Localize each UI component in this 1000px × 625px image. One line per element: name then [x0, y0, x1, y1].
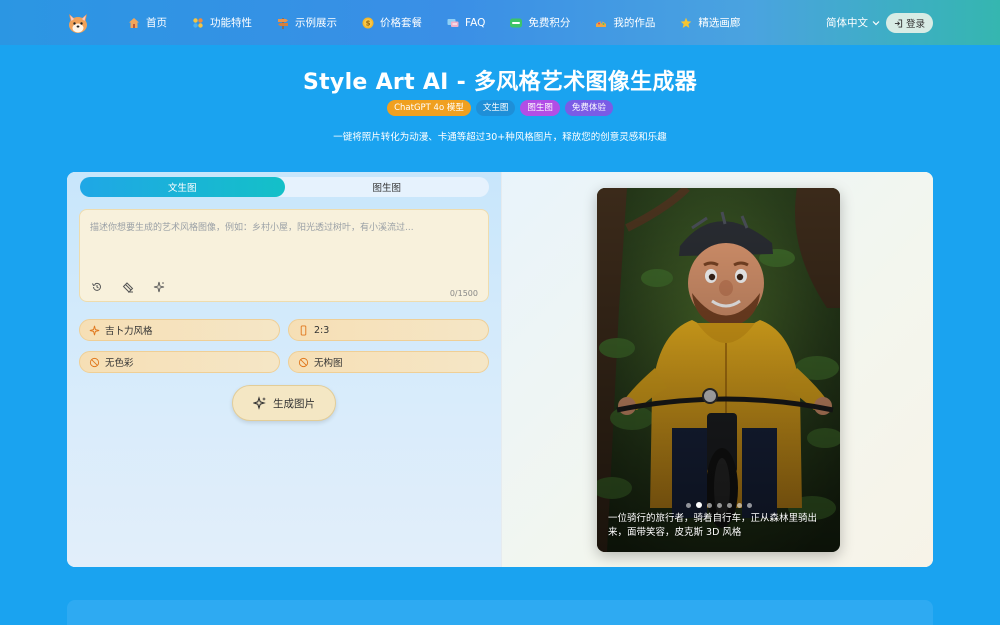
nav-item-label: FAQ — [465, 16, 486, 29]
signpost-icon — [278, 17, 288, 29]
carousel-dot[interactable] — [685, 502, 691, 508]
nav-item-home[interactable]: 首页 — [128, 0, 167, 45]
tag-image-to-image: 图生图 — [520, 100, 560, 116]
tag-text-to-image: 文生图 — [475, 100, 516, 116]
style-value: 吉卜力风格 — [105, 326, 153, 337]
generate-button[interactable]: 生成图片 — [232, 385, 336, 421]
ratio-value: 2:3 — [314, 324, 330, 336]
top-navbar: 首页 功能特性 示例展示 $ 价格套餐 FAQ 免费积分 我的作品 精选画廊 简… — [0, 0, 1000, 45]
page-subtitle: 一键将照片转化为动漫、卡通等超过30+种风格图片，释放您的创意灵感和乐趣 — [333, 132, 667, 143]
carousel-dot[interactable] — [706, 502, 712, 508]
home-icon — [129, 17, 139, 28]
prompt-tools — [90, 280, 166, 294]
tag-free-trial: 免费体验 — [564, 100, 613, 116]
faq-icon — [447, 18, 459, 27]
star-icon — [681, 17, 692, 28]
free-badge-icon — [510, 18, 523, 27]
style-sparkle-icon — [89, 325, 100, 335]
login-icon — [894, 18, 903, 28]
clear-button[interactable] — [121, 280, 135, 294]
nav-item-label: 首页 — [146, 17, 167, 29]
nav-item-label: 精选画廊 — [698, 17, 741, 29]
sparkle-icon — [253, 396, 266, 410]
no-symbol-icon — [298, 357, 309, 367]
features-icon — [193, 17, 203, 28]
prompt-input[interactable] — [90, 220, 480, 265]
eraser-icon — [122, 282, 134, 293]
language-selector[interactable]: 简体中文 — [826, 0, 880, 45]
style-select[interactable]: 吉卜力风格 — [79, 319, 280, 341]
nav-item-label: 功能特性 — [210, 17, 252, 29]
nav-item-my-works[interactable]: 我的作品 — [595, 0, 655, 45]
tab-image-to-image[interactable]: 图生图 — [285, 177, 490, 197]
ratio-select[interactable]: 2:3 — [288, 319, 489, 341]
color-select[interactable]: 无色彩 — [79, 351, 280, 373]
enhance-prompt-button[interactable] — [152, 280, 166, 294]
char-counter: 0/1500 — [449, 289, 478, 298]
login-button[interactable]: 登录 — [886, 13, 933, 33]
svg-text:$: $ — [366, 19, 371, 27]
composition-value: 无构图 — [314, 358, 343, 369]
nav-item-gallery[interactable]: 精选画廊 — [680, 0, 740, 45]
feature-tags: ChatGPT 4o 模型 文生图 图生图 免费体验 — [0, 100, 1000, 116]
example-carousel[interactable]: 一位骑行的旅行者，骑着自行车，正从森林里骑出来，面带笑容，皮克斯 3D 风格 — [597, 188, 840, 552]
nav-item-label: 免费积分 — [528, 17, 571, 29]
preview-panel: 一位骑行的旅行者，骑着自行车，正从森林里骑出来，面带笑容，皮克斯 3D 风格 — [501, 172, 933, 567]
mode-tabs: 文生图 图生图 — [80, 177, 489, 197]
carousel-dot[interactable] — [716, 502, 722, 508]
carousel-dot-active[interactable] — [695, 502, 702, 508]
language-label: 简体中文 — [826, 17, 868, 29]
color-value: 无色彩 — [105, 358, 134, 369]
carousel-dot[interactable] — [726, 502, 732, 508]
nav-item-label: 示例展示 — [295, 17, 337, 29]
corgi-logo-icon[interactable] — [66, 11, 90, 35]
prompt-box: 0/1500 — [79, 209, 489, 302]
login-label: 登录 — [905, 19, 925, 30]
nav-item-examples[interactable]: 示例展示 — [277, 0, 337, 45]
generate-label: 生成图片 — [273, 397, 315, 410]
carousel-dots — [597, 502, 840, 508]
example-image — [597, 188, 840, 552]
generator-card: 文生图 图生图 描述你想要生成的艺术风格图像，例如：乡村小屋，阳光透过树叶，有小… — [67, 172, 933, 567]
carousel-dot[interactable] — [746, 502, 752, 508]
sparkle-icon — [153, 281, 165, 293]
works-icon — [596, 21, 607, 27]
nav-item-free-credits[interactable]: 免费积分 — [510, 0, 570, 45]
nav-item-label: 价格套餐 — [380, 17, 422, 29]
history-button[interactable] — [90, 280, 104, 294]
no-symbol-icon — [89, 357, 100, 367]
tab-text-to-image[interactable]: 文生图 — [80, 177, 285, 197]
generator-panel: 文生图 图生图 描述你想要生成的艺术风格图像，例如：乡村小屋，阳光透过树叶，有小… — [67, 172, 501, 567]
tag-model: ChatGPT 4o 模型 — [387, 100, 471, 116]
phone-ratio-icon — [300, 324, 307, 336]
next-section-edge — [67, 600, 933, 625]
nav-item-label: 我的作品 — [613, 17, 656, 29]
coin-icon: $ — [362, 17, 374, 28]
nav-item-features[interactable]: 功能特性 — [192, 0, 252, 45]
composition-select[interactable]: 无构图 — [288, 351, 489, 373]
page-title: Style Art AI - 多风格艺术图像生成器 — [302, 70, 698, 95]
nav-item-faq[interactable]: FAQ — [447, 0, 485, 45]
example-caption: 一位骑行的旅行者，骑着自行车，正从森林里骑出来，面带笑容，皮克斯 3D 风格 — [608, 513, 818, 538]
chevron-down-icon — [872, 20, 880, 25]
nav-item-pricing[interactable]: $ 价格套餐 — [362, 0, 422, 45]
history-icon — [92, 282, 101, 291]
carousel-dot[interactable] — [736, 502, 742, 508]
